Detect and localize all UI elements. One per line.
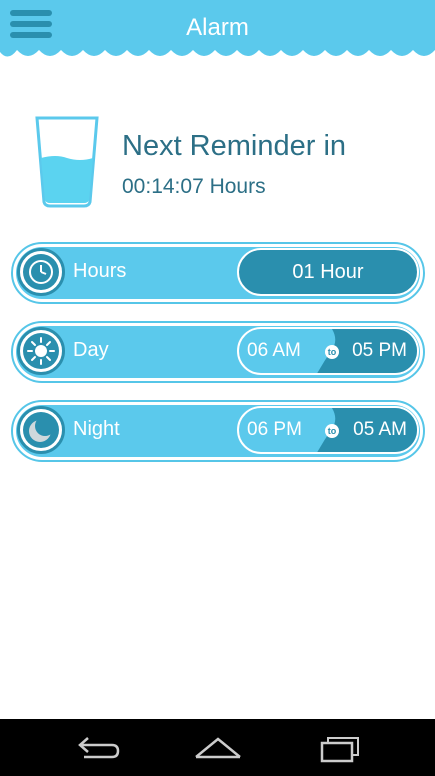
app-header: Alarm <box>0 0 435 62</box>
night-end-time[interactable]: 05 AM <box>353 419 407 441</box>
to-badge: to <box>325 345 339 359</box>
day-row[interactable]: Day 06 AM to 05 PM <box>11 321 425 383</box>
system-nav-bar <box>0 719 435 776</box>
night-start-time[interactable]: 06 PM <box>247 419 302 441</box>
night-time-range: 06 PM to 05 AM <box>237 406 419 454</box>
water-glass-icon <box>35 116 99 208</box>
hours-label: Hours <box>73 260 127 282</box>
day-label: Day <box>73 339 109 361</box>
day-start-time[interactable]: 06 AM <box>247 340 301 362</box>
recents-icon[interactable] <box>310 729 370 767</box>
hours-row[interactable]: Hours 01 Hour <box>11 242 425 304</box>
next-reminder-label: Next Reminder in <box>122 130 347 162</box>
home-icon[interactable] <box>188 729 248 767</box>
night-label: Night <box>73 418 120 440</box>
day-time-range: 06 AM to 05 PM <box>237 327 419 375</box>
to-badge: to <box>325 424 339 438</box>
hours-interval-button[interactable]: 01 Hour <box>237 248 419 296</box>
next-reminder-time: 00:14:07 Hours <box>122 175 266 198</box>
back-icon[interactable] <box>68 729 128 767</box>
page-title: Alarm <box>186 14 249 41</box>
clock-icon <box>17 248 65 296</box>
night-row[interactable]: Night 06 PM to 05 AM <box>11 400 425 462</box>
moon-icon <box>17 406 65 454</box>
day-end-time[interactable]: 05 PM <box>352 340 407 362</box>
sun-icon <box>17 327 65 375</box>
